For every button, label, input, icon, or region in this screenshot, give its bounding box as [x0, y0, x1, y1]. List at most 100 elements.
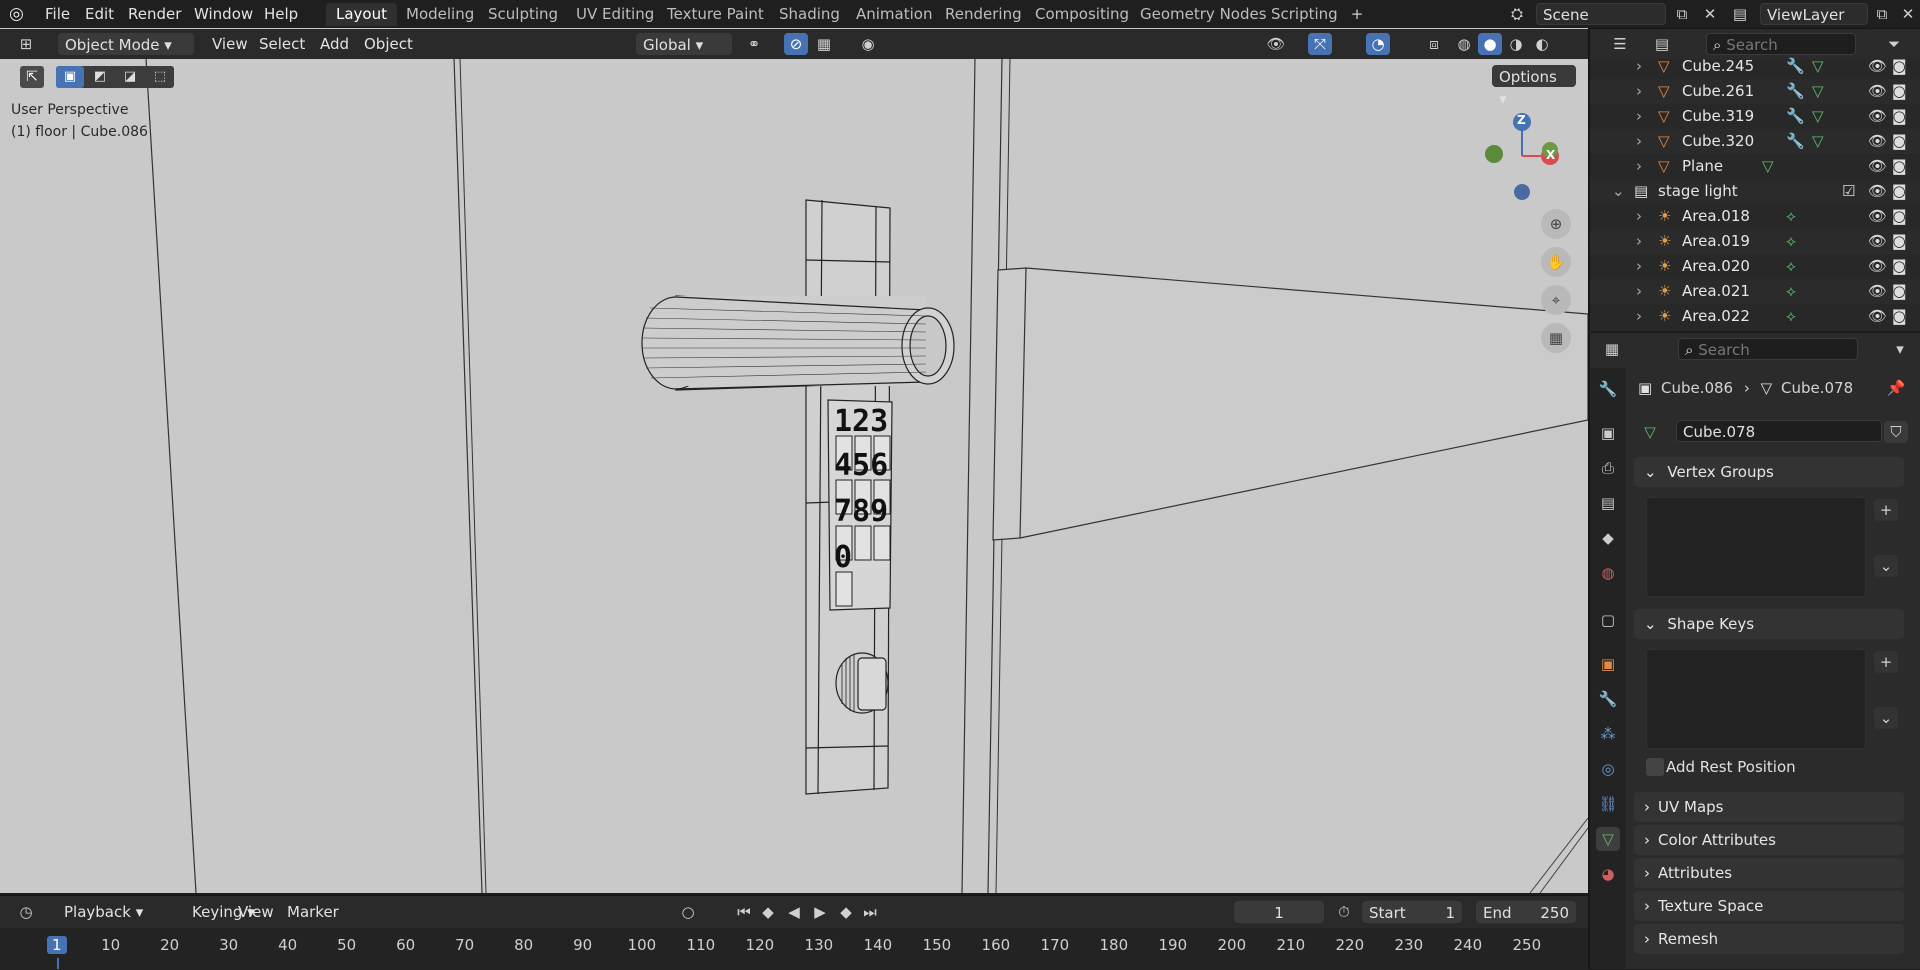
modifier-tab-icon[interactable]: 🔧: [1596, 687, 1620, 711]
rendered-shading-icon[interactable]: ◐: [1530, 33, 1554, 55]
world-tab-icon[interactable]: ◍: [1596, 561, 1620, 585]
shape-keys-list[interactable]: [1646, 649, 1866, 749]
add-workspace-icon[interactable]: +: [1345, 3, 1369, 25]
expand-chevron-icon[interactable]: ›: [1636, 104, 1642, 129]
gizmo-toggle-icon[interactable]: ⤧: [1308, 33, 1332, 55]
tab-layout[interactable]: Layout: [326, 3, 397, 26]
3d-viewport[interactable]: 123 456 789 0 User Perspective (1) floor…: [0, 28, 1588, 893]
light-data-icon[interactable]: ⟡: [1786, 229, 1796, 254]
tab-scripting[interactable]: Scripting: [1261, 3, 1348, 26]
visibility-eye-icon[interactable]: 👁: [1868, 54, 1887, 79]
visibility-eye-icon[interactable]: 👁: [1868, 179, 1887, 204]
vertex-groups-list[interactable]: [1646, 497, 1866, 597]
material-tab-icon[interactable]: ◕: [1596, 862, 1620, 886]
viewport-menu-add[interactable]: Add: [316, 33, 353, 55]
shape-keys-panel-header[interactable]: ⌄ Shape Keys: [1634, 609, 1904, 639]
light-data-icon[interactable]: ⟡: [1786, 204, 1796, 229]
snap-target-icon[interactable]: ▦: [812, 33, 836, 55]
options-dropdown[interactable]: Options ▾: [1492, 65, 1576, 108]
transform-orientation-dropdown[interactable]: Global ▾: [636, 33, 732, 55]
editor-type-icon[interactable]: ⊞: [14, 33, 38, 55]
select-extend-icon[interactable]: ◩: [86, 66, 114, 88]
color-attributes-panel-header[interactable]: › Color Attributes: [1634, 825, 1904, 855]
zoom-icon[interactable]: ⊕: [1541, 209, 1571, 239]
expand-chevron-icon[interactable]: ›: [1636, 54, 1642, 79]
stopwatch-icon[interactable]: ⏱: [1332, 901, 1356, 923]
expand-chevron-icon[interactable]: ›: [1636, 129, 1642, 154]
proportional-edit-icon[interactable]: ◉: [856, 33, 880, 55]
delete-view-layer-icon[interactable]: ✕: [1896, 3, 1920, 25]
prev-keyframe-icon[interactable]: ◆: [756, 901, 780, 923]
physics-tab-icon[interactable]: ◎: [1596, 757, 1620, 781]
outliner-row[interactable]: › ▽ Cube.319 🔧 ▽ 👁 ◙: [1590, 104, 1920, 129]
snap-icon[interactable]: ⊘: [784, 33, 808, 55]
playhead-frame-marker[interactable]: 1: [47, 936, 67, 954]
render-camera-icon[interactable]: ◙: [1892, 79, 1907, 104]
tab-geometry-nodes[interactable]: Geometry Nodes: [1130, 3, 1277, 26]
outliner-collection-row[interactable]: ⌄ ▤ stage light ☑ 👁 ◙: [1590, 179, 1920, 204]
outliner-item-name[interactable]: Area.021: [1682, 279, 1750, 304]
end-frame-field[interactable]: End 250: [1476, 901, 1576, 923]
add-shape-key-icon[interactable]: +: [1874, 651, 1898, 673]
visibility-eye-icon[interactable]: 👁: [1868, 154, 1887, 179]
outliner-row[interactable]: › ☀ Area.022 ⟡ 👁 ◙: [1590, 304, 1920, 329]
start-frame-field[interactable]: Start 1: [1362, 901, 1462, 923]
mesh-data-icon[interactable]: ▽: [1812, 104, 1824, 129]
next-keyframe-icon[interactable]: ◆: [834, 901, 858, 923]
outliner-item-name[interactable]: Area.020: [1682, 254, 1750, 279]
render-camera-icon[interactable]: ◙: [1892, 104, 1907, 129]
menu-window[interactable]: Window: [190, 3, 257, 25]
particles-tab-icon[interactable]: ⁂: [1596, 722, 1620, 746]
add-rest-position-checkbox[interactable]: [1646, 758, 1664, 776]
outliner-item-name[interactable]: Area.022: [1682, 304, 1750, 329]
outliner-row[interactable]: › ▽ Cube.320 🔧 ▽ 👁 ◙: [1590, 129, 1920, 154]
outliner-item-name[interactable]: Plane: [1682, 154, 1723, 179]
modifier-icon[interactable]: 🔧: [1786, 79, 1805, 104]
mesh-browse-icon[interactable]: ▽: [1638, 421, 1662, 443]
tab-sculpting[interactable]: Sculpting: [478, 3, 568, 26]
expand-chevron-icon[interactable]: ›: [1636, 204, 1642, 229]
expand-chevron-icon[interactable]: ⌄: [1612, 179, 1625, 204]
shape-key-menu-icon[interactable]: ⌄: [1874, 707, 1898, 729]
scene-tab-icon[interactable]: ◆: [1596, 526, 1620, 550]
playhead-line[interactable]: [57, 958, 59, 969]
jump-end-icon[interactable]: ⏭: [858, 901, 882, 923]
data-tab-icon[interactable]: ▽: [1596, 827, 1620, 851]
render-camera-icon[interactable]: ◙: [1892, 179, 1907, 204]
properties-editor-icon[interactable]: ▦: [1600, 338, 1624, 360]
menu-file[interactable]: File: [41, 3, 74, 25]
outliner-item-name[interactable]: Cube.245: [1682, 54, 1754, 79]
vertex-groups-panel-header[interactable]: ⌄ Vertex Groups: [1634, 457, 1904, 487]
delete-scene-icon[interactable]: ✕: [1698, 3, 1722, 25]
expand-chevron-icon[interactable]: ›: [1636, 304, 1642, 329]
mesh-name-field[interactable]: Cube.078: [1676, 420, 1882, 442]
outliner-item-name[interactable]: Area.018: [1682, 204, 1750, 229]
outliner-search-field[interactable]: ⌕ Search: [1706, 33, 1856, 55]
outliner-row[interactable]: › ▽ Plane ▽ 👁 ◙: [1590, 154, 1920, 179]
menu-help[interactable]: Help: [260, 3, 302, 25]
material-shading-icon[interactable]: ◑: [1504, 33, 1528, 55]
mode-dropdown[interactable]: Object Mode ▾: [58, 33, 194, 55]
visibility-eye-icon[interactable]: 👁: [1868, 229, 1887, 254]
scene-selector-icon[interactable]: ⛭: [1505, 3, 1529, 25]
overlay-toggle-icon[interactable]: ◔: [1366, 33, 1390, 55]
navigation-gizmo[interactable]: Z X: [1472, 106, 1564, 206]
render-camera-icon[interactable]: ◙: [1892, 204, 1907, 229]
outliner-item-name[interactable]: Cube.319: [1682, 104, 1754, 129]
jump-start-icon[interactable]: ⏮: [732, 901, 756, 923]
render-camera-icon[interactable]: ◙: [1892, 279, 1907, 304]
pan-hand-icon[interactable]: ✋: [1541, 247, 1571, 277]
viewport-menu-object[interactable]: Object: [360, 33, 417, 55]
select-mode-group[interactable]: ▣ ◩ ◪ ⬚: [56, 66, 174, 88]
mesh-data-icon[interactable]: ▽: [1812, 54, 1824, 79]
wireframe-shading-icon[interactable]: ◍: [1452, 33, 1476, 55]
tab-rendering[interactable]: Rendering: [935, 3, 1032, 26]
expand-chevron-icon[interactable]: ›: [1636, 154, 1642, 179]
render-camera-icon[interactable]: ◙: [1892, 54, 1907, 79]
blender-logo-icon[interactable]: ◎: [9, 4, 31, 24]
play-reverse-icon[interactable]: ◀: [782, 901, 806, 923]
vertex-group-menu-icon[interactable]: ⌄: [1874, 555, 1898, 577]
outliner-row[interactable]: › ☀ Area.018 ⟡ 👁 ◙: [1590, 204, 1920, 229]
new-scene-icon[interactable]: ⧉: [1670, 3, 1694, 25]
timeline-editor-icon[interactable]: ◷: [14, 901, 38, 923]
